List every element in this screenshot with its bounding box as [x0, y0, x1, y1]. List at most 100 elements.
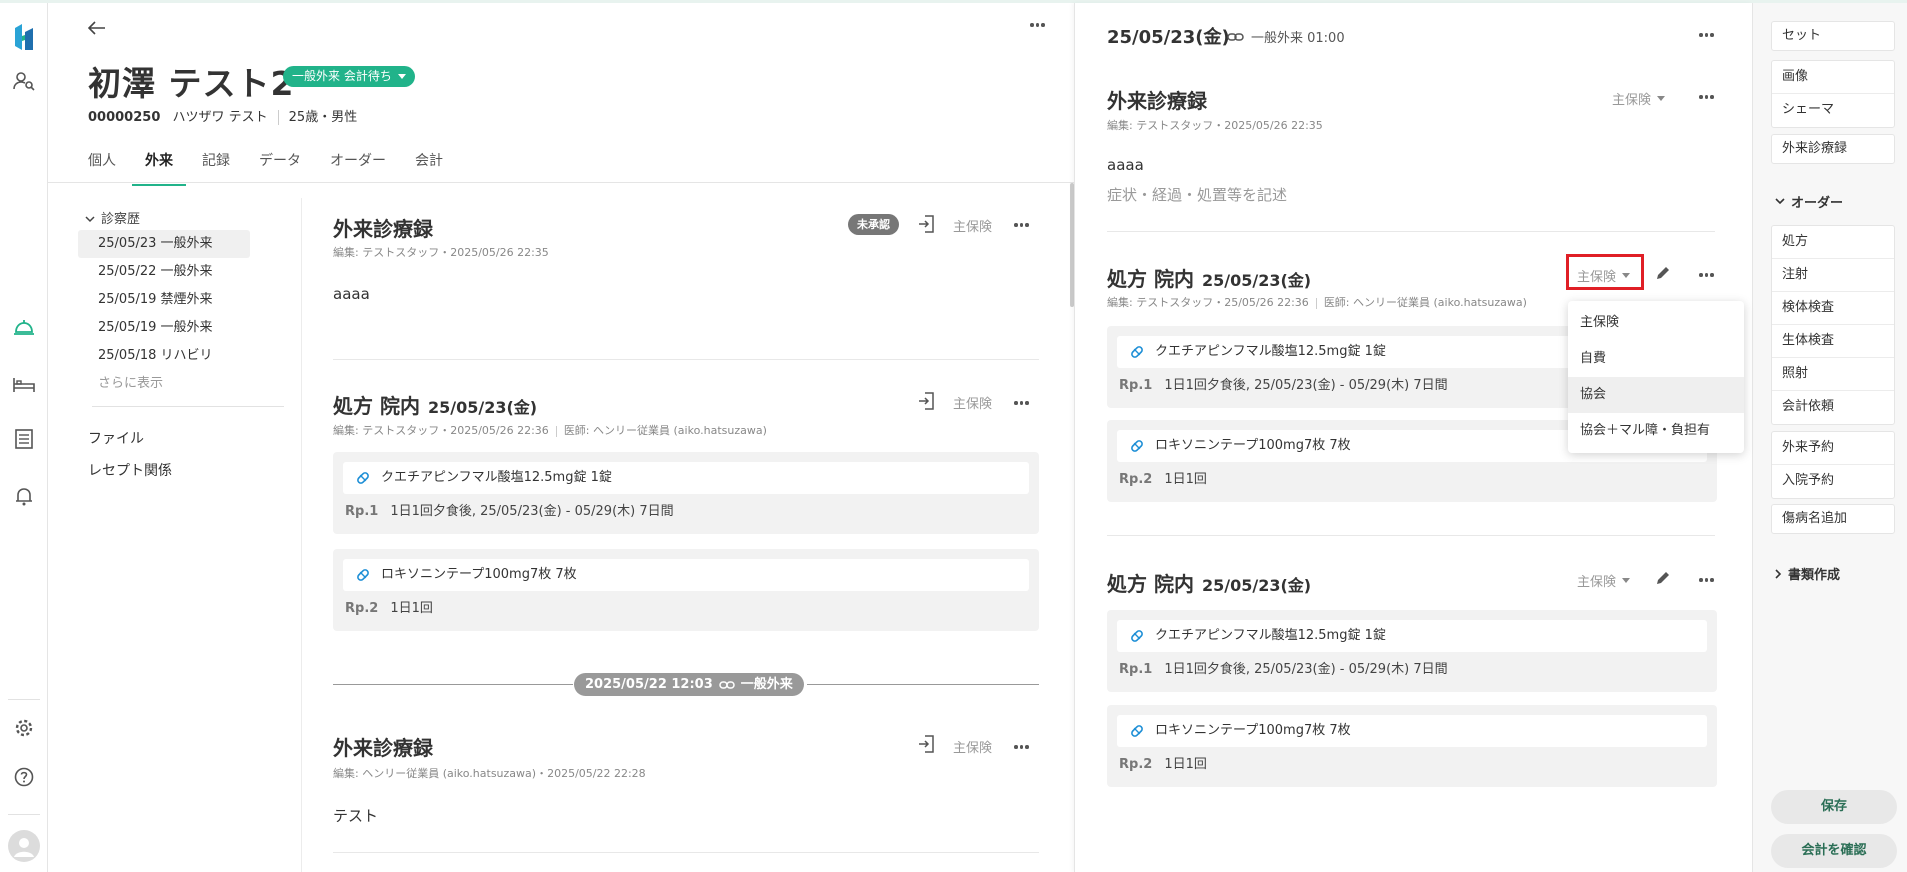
history-item[interactable]: 25/05/19 一般外来	[78, 314, 250, 342]
menu-item-self-pay[interactable]: 自費	[1568, 341, 1744, 377]
menu-item-main-insurance[interactable]: 主保険	[1568, 305, 1744, 341]
history-item[interactable]: 25/05/18 リハビリ	[78, 342, 250, 370]
rp-line: Rp.1 1日1回夕食後, 25/05/23(金) - 05/29(木) 7日間	[1117, 658, 1707, 682]
patient-search-icon[interactable]	[12, 69, 36, 93]
pill-icon	[355, 567, 371, 583]
section-divider	[1107, 231, 1715, 232]
app-root: 初澤 テスト2 一般外来 会計待ち 00000250 ハツザワ テスト 25歳・男…	[0, 0, 1907, 872]
pencil-icon[interactable]	[1655, 265, 1671, 285]
chevron-right-icon	[1775, 568, 1782, 579]
visit-type-label: 一般外来 01:00	[1251, 31, 1345, 46]
help-icon[interactable]	[12, 765, 36, 789]
more-menu-icon[interactable]	[1030, 23, 1045, 27]
history-item[interactable]: 25/05/19 禁煙外来	[78, 286, 250, 314]
tab-personal[interactable]: 個人	[88, 150, 129, 186]
outpatient-bell-icon[interactable]	[12, 316, 36, 340]
rp-usage: 1日1回	[1164, 472, 1207, 487]
order-header[interactable]: オーダー	[1775, 192, 1843, 211]
record-placeholder[interactable]: 症状・経過・処置等を記述	[1107, 184, 1287, 205]
more-menu-icon[interactable]	[1699, 95, 1714, 99]
visit-type[interactable]: 一般外来 01:00	[1227, 27, 1345, 46]
tab-records[interactable]: 記録	[189, 150, 243, 186]
import-icon[interactable]	[918, 735, 934, 757]
drug-row[interactable]: ロキソニンテープ100mg7枚 7枚	[1117, 715, 1707, 747]
record-body[interactable]: aaaa	[333, 285, 370, 303]
history-item[interactable]: 25/05/22 一般外来	[78, 258, 250, 286]
drug-row[interactable]: ロキソニンテープ100mg7枚 7枚	[343, 559, 1029, 591]
add-disease-button[interactable]: 傷病名追加	[1771, 504, 1895, 534]
pencil-icon[interactable]	[1655, 570, 1671, 590]
image-button[interactable]: 画像	[1772, 61, 1894, 94]
pill-icon	[1129, 344, 1145, 360]
back-arrow-icon[interactable]	[87, 21, 106, 39]
confirm-billing-button[interactable]: 会計を確認	[1771, 834, 1897, 868]
patient-tabs: 個人 外来 記録 データ オーダー 会計	[88, 150, 459, 186]
reservation-group: 外来予約 入院予約	[1771, 431, 1895, 499]
order-billing-request[interactable]: 会計依頼	[1772, 391, 1894, 424]
gear-icon[interactable]	[12, 716, 36, 740]
tab-outpatient[interactable]: 外来	[132, 150, 186, 186]
insurance-label[interactable]: 主保険	[953, 737, 992, 756]
history-item[interactable]: 25/05/23 一般外来	[78, 230, 250, 258]
logo-icon[interactable]	[12, 24, 36, 50]
notification-bell-icon[interactable]	[12, 484, 36, 508]
order-physiological-test[interactable]: 生体検査	[1772, 325, 1894, 358]
rp-block[interactable]: クエチアピンフマル酸塩12.5mg錠 1錠 Rp.1 1日1回夕食後, 25/05…	[1107, 610, 1717, 692]
show-more-link[interactable]: さらに表示	[78, 370, 318, 398]
record-body-editor[interactable]: aaaa	[1107, 156, 1144, 174]
receipt-link[interactable]: レセプト関係	[78, 455, 318, 487]
more-menu-icon[interactable]	[1699, 273, 1714, 277]
more-menu-icon[interactable]	[1699, 578, 1714, 582]
list-icon[interactable]	[12, 427, 36, 451]
docs-header[interactable]: 書類作成	[1775, 564, 1840, 583]
drug-row[interactable]: クエチアピンフマル酸塩12.5mg錠 1錠	[1117, 620, 1707, 652]
import-icon[interactable]	[918, 215, 934, 237]
order-injection[interactable]: 注射	[1772, 259, 1894, 292]
doctor-meta: 医師: ヘンリー従業員 (aiko.hatsuzawa)	[1323, 296, 1527, 309]
tab-orders[interactable]: オーダー	[317, 150, 399, 186]
history-toggle[interactable]: 診察歴	[78, 208, 318, 230]
outpatient-reservation[interactable]: 外来予約	[1772, 432, 1894, 465]
status-badge[interactable]: 一般外来 会計待ち	[283, 66, 415, 87]
set-button[interactable]: セット	[1771, 21, 1895, 51]
visit-separator[interactable]: 2025/05/22 12:03 一般外来	[574, 673, 804, 696]
more-menu-icon[interactable]	[1014, 745, 1029, 749]
prescription-meta: 編集: テストスタッフ・2025/05/26 22:36 医師: ヘンリー従業員 …	[333, 422, 767, 438]
bed-icon[interactable]	[12, 373, 36, 397]
avatar[interactable]	[8, 830, 40, 862]
pill-icon	[355, 470, 371, 486]
prescription-title-text: 処方 院内	[333, 394, 420, 418]
insurance-label[interactable]: 主保険	[953, 216, 992, 235]
order-radiation[interactable]: 照射	[1772, 358, 1894, 391]
order-prescription[interactable]: 処方	[1772, 226, 1894, 259]
more-menu-icon[interactable]	[1014, 401, 1029, 405]
tab-data[interactable]: データ	[246, 150, 314, 186]
more-menu-icon[interactable]	[1014, 223, 1029, 227]
menu-item-association[interactable]: 協会	[1568, 377, 1744, 413]
menu-item-association-disability[interactable]: 協会＋マル障・負担有	[1568, 413, 1744, 449]
patient-id: 00000250	[88, 110, 161, 125]
record-meta: 編集: ヘンリー従業員 (aiko.hatsuzawa)・2025/05/22 …	[333, 767, 646, 780]
insurance-label[interactable]: 主保険	[953, 393, 992, 412]
prescription-title: 処方 院内 25/05/23(金)	[1107, 263, 1311, 292]
order-specimen-test[interactable]: 検体検査	[1772, 292, 1894, 325]
import-icon[interactable]	[918, 392, 934, 414]
tab-billing[interactable]: 会計	[402, 150, 456, 186]
drug-row[interactable]: クエチアピンフマル酸塩12.5mg錠 1錠	[343, 462, 1029, 494]
insurance-dropdown[interactable]: 主保険	[1612, 89, 1665, 108]
more-menu-icon[interactable]	[1699, 33, 1714, 37]
record-body[interactable]: テスト	[333, 805, 378, 826]
order-header-label: オーダー	[1791, 196, 1844, 211]
schema-button[interactable]: シェーマ	[1772, 94, 1894, 127]
rp-block[interactable]: ロキソニンテープ100mg7枚 7枚 Rp.2 1日1回	[333, 549, 1039, 631]
save-button[interactable]: 保存	[1771, 790, 1897, 824]
rp-line: Rp.2 1日1回	[1117, 753, 1707, 777]
outpatient-record-button[interactable]: 外来診療録	[1771, 134, 1895, 164]
drug-name: ロキソニンテープ100mg7枚 7枚	[381, 567, 577, 582]
inpatient-reservation[interactable]: 入院予約	[1772, 465, 1894, 498]
files-link[interactable]: ファイル	[78, 423, 318, 455]
rp-block[interactable]: クエチアピンフマル酸塩12.5mg錠 1錠 Rp.1 1日1回夕食後, 25/05…	[333, 452, 1039, 534]
column-divider	[301, 198, 302, 872]
rp-block[interactable]: ロキソニンテープ100mg7枚 7枚 Rp.2 1日1回	[1107, 705, 1717, 787]
insurance-dropdown[interactable]: 主保険	[1577, 571, 1630, 590]
